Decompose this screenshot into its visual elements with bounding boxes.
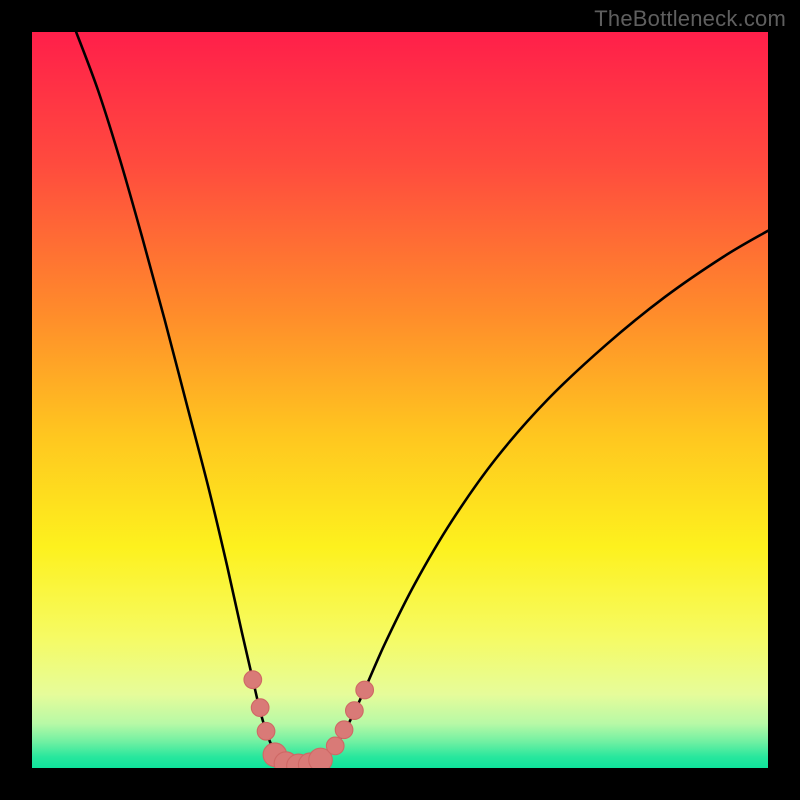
curve-marker bbox=[326, 737, 344, 755]
curve-marker bbox=[244, 671, 262, 689]
curve-marker bbox=[257, 722, 275, 740]
chart-overlay bbox=[32, 32, 768, 768]
curve-marker bbox=[356, 681, 374, 699]
plot-area bbox=[32, 32, 768, 768]
bottleneck-curve bbox=[76, 32, 768, 766]
curve-marker bbox=[335, 721, 353, 739]
chart-frame: TheBottleneck.com bbox=[0, 0, 800, 800]
curve-marker bbox=[251, 699, 269, 717]
watermark-text: TheBottleneck.com bbox=[594, 6, 786, 32]
curve-marker bbox=[346, 702, 364, 720]
